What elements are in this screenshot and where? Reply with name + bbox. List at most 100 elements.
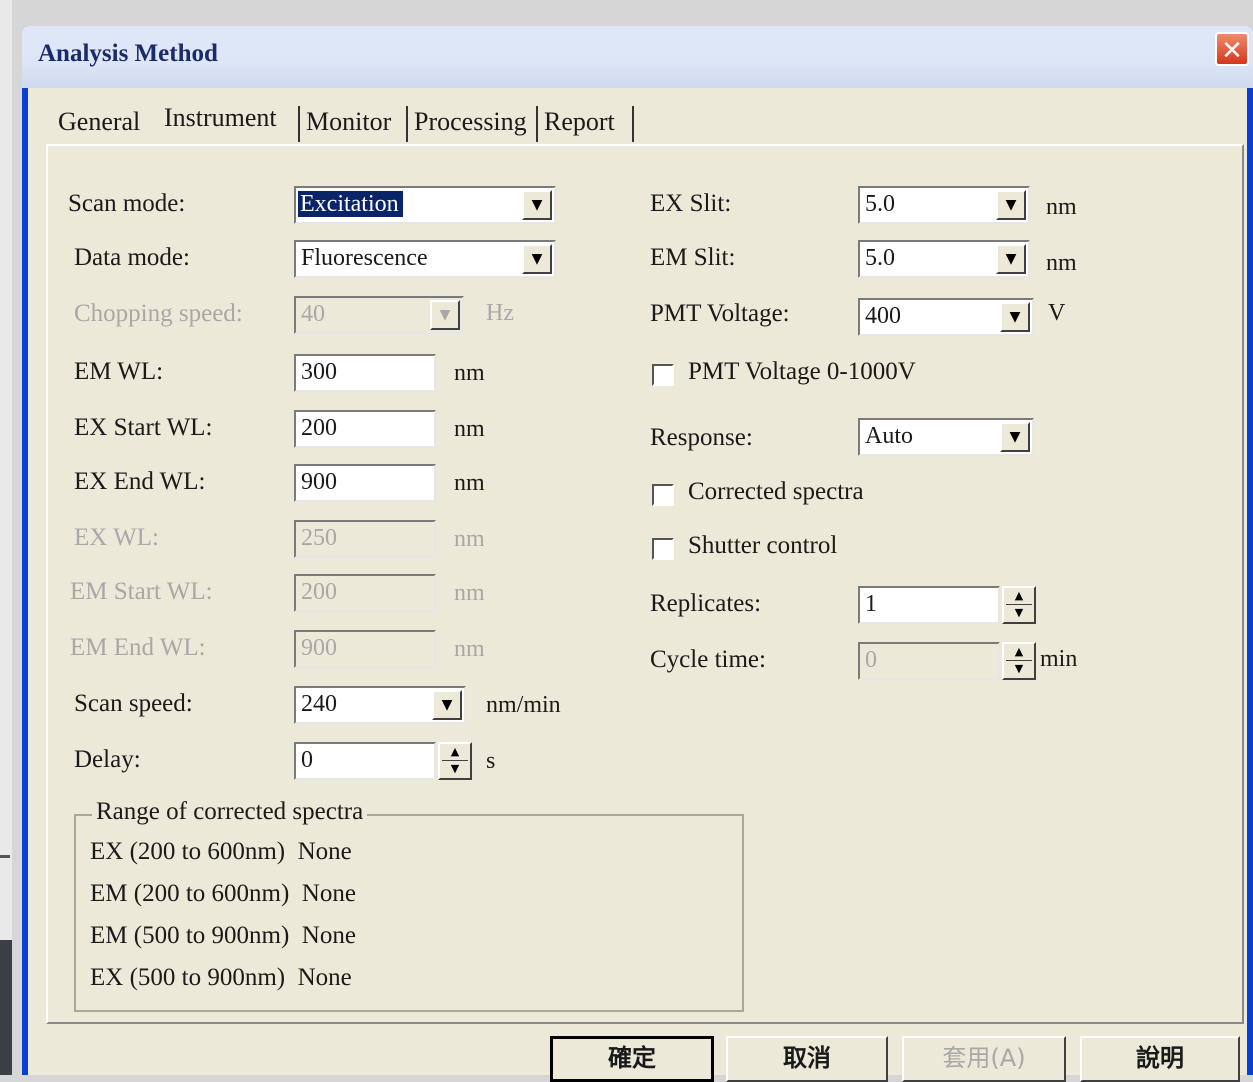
ex-slit-label: EX Slit: <box>650 190 732 217</box>
cycle-time-label: Cycle time: <box>650 646 766 673</box>
ex-start-wl-unit: nm <box>454 416 485 442</box>
ex-slit-select[interactable]: 5.0 ▼ <box>858 186 1030 224</box>
dialog-title: Analysis Method <box>38 40 218 67</box>
range-group-title: Range of corrected spectra <box>92 798 368 826</box>
ex-slit-unit: nm <box>1046 194 1077 220</box>
tab-divider <box>298 106 300 142</box>
range-row-em-200-600: EM (200 to 600nm) None <box>90 880 356 907</box>
pmt-voltage-range-label: PMT Voltage 0-1000V <box>688 358 916 385</box>
scan-mode-value: Excitation <box>298 191 403 217</box>
replicates-label: Replicates: <box>650 590 762 617</box>
tab-divider <box>406 106 408 142</box>
desktop-background <box>0 0 12 1075</box>
close-icon: ✕ <box>1221 36 1243 66</box>
tab-monitor[interactable]: Monitor <box>306 100 391 144</box>
spin-up-icon[interactable]: ▲ <box>440 744 470 760</box>
pmt-voltage-label: PMT Voltage: <box>650 300 790 327</box>
data-mode-value: Fluorescence <box>301 245 428 271</box>
chevron-down-icon[interactable]: ▼ <box>996 244 1026 274</box>
delay-spinner[interactable]: ▲ ▼ <box>438 742 472 780</box>
ok-button[interactable]: 確定 <box>550 1036 714 1082</box>
desktop-fragment <box>0 855 10 858</box>
em-slit-value: 5.0 <box>865 245 895 271</box>
pmt-voltage-value: 400 <box>865 303 901 329</box>
shutter-control-label: Shutter control <box>688 532 838 559</box>
replicates-spinner[interactable]: ▲ ▼ <box>1002 586 1036 624</box>
cycle-time-unit: min <box>1040 646 1078 672</box>
em-wl-input[interactable]: 300 <box>294 354 436 392</box>
response-value: Auto <box>865 423 913 449</box>
em-start-wl-label: EM Start WL: <box>70 578 213 605</box>
close-button[interactable]: ✕ <box>1215 32 1249 66</box>
chevron-down-icon: ▼ <box>430 300 460 330</box>
em-wl-unit: nm <box>454 360 485 386</box>
help-button[interactable]: 說明 <box>1080 1036 1240 1082</box>
data-mode-label: Data mode: <box>74 244 190 271</box>
spin-down-icon[interactable]: ▼ <box>1004 605 1034 621</box>
ex-end-wl-input[interactable]: 900 <box>294 464 436 502</box>
range-row-em-500-900: EM (500 to 900nm) None <box>90 922 356 949</box>
pmt-voltage-range-checkbox[interactable] <box>652 364 674 386</box>
delay-input[interactable]: 0 <box>294 742 436 780</box>
em-end-wl-label: EM End WL: <box>70 634 206 661</box>
chevron-down-icon[interactable]: ▼ <box>432 690 462 720</box>
chopping-speed-value: 40 <box>301 301 325 327</box>
scan-speed-label: Scan speed: <box>74 690 193 717</box>
corrected-spectra-label: Corrected spectra <box>688 478 864 505</box>
analysis-method-dialog: Analysis Method ✕ General Instrument Mon… <box>22 26 1253 1082</box>
em-slit-label: EM Slit: <box>650 244 736 271</box>
em-slit-select[interactable]: 5.0 ▼ <box>858 240 1030 278</box>
chevron-down-icon[interactable]: ▼ <box>1000 422 1030 452</box>
tab-divider <box>632 106 634 142</box>
ex-slit-value: 5.0 <box>865 191 895 217</box>
chevron-down-icon[interactable]: ▼ <box>522 190 552 220</box>
apply-button: 套用(A) <box>902 1036 1066 1082</box>
delay-unit: s <box>486 748 496 774</box>
chevron-down-icon[interactable]: ▼ <box>522 244 552 274</box>
cycle-time-input: 0 <box>858 642 1000 680</box>
range-row-ex-200-600: EX (200 to 600nm) None <box>90 838 352 865</box>
tab-report[interactable]: Report <box>544 100 615 144</box>
response-select[interactable]: Auto ▼ <box>858 418 1034 456</box>
ex-wl-input: 250 <box>294 520 436 558</box>
em-start-wl-unit: nm <box>454 580 485 606</box>
chevron-down-icon[interactable]: ▼ <box>1000 302 1030 332</box>
data-mode-select[interactable]: Fluorescence ▼ <box>294 240 556 278</box>
ex-wl-label: EX WL: <box>74 524 159 551</box>
tab-general[interactable]: General <box>58 100 140 144</box>
shutter-control-checkbox[interactable] <box>652 538 674 560</box>
chopping-speed-select: 40 ▼ <box>294 296 464 334</box>
em-start-wl-input: 200 <box>294 574 436 612</box>
cycle-time-spinner[interactable]: ▲ ▼ <box>1002 642 1036 680</box>
ex-start-wl-input[interactable]: 200 <box>294 410 436 448</box>
em-slit-unit: nm <box>1046 250 1077 276</box>
chopping-speed-unit: Hz <box>486 300 514 326</box>
replicates-input[interactable]: 1 <box>858 586 1000 624</box>
spin-down-icon[interactable]: ▼ <box>1004 661 1034 677</box>
ex-wl-unit: nm <box>454 526 485 552</box>
scan-speed-value: 240 <box>301 691 337 717</box>
ex-end-wl-unit: nm <box>454 470 485 496</box>
range-row-ex-500-900: EX (500 to 900nm) None <box>90 964 352 991</box>
corrected-spectra-checkbox[interactable] <box>652 484 674 506</box>
ex-end-wl-label: EX End WL: <box>74 468 206 495</box>
desktop-window-fragment <box>0 940 12 1075</box>
delay-label: Delay: <box>74 746 141 773</box>
spin-down-icon[interactable]: ▼ <box>440 761 470 777</box>
chevron-down-icon[interactable]: ▼ <box>996 190 1026 220</box>
scan-speed-select[interactable]: 240 ▼ <box>294 686 466 724</box>
pmt-voltage-select[interactable]: 400 ▼ <box>858 298 1034 336</box>
em-end-wl-unit: nm <box>454 636 485 662</box>
scan-mode-label: Scan mode: <box>68 190 186 217</box>
em-end-wl-input: 900 <box>294 630 436 668</box>
response-label: Response: <box>650 424 753 451</box>
spin-up-icon[interactable]: ▲ <box>1004 588 1034 604</box>
cancel-button[interactable]: 取消 <box>726 1036 888 1082</box>
tab-processing[interactable]: Processing <box>414 100 527 144</box>
tab-divider <box>536 106 538 142</box>
scan-mode-select[interactable]: Excitation ▼ <box>294 186 556 224</box>
spin-up-icon[interactable]: ▲ <box>1004 644 1034 660</box>
tab-instrument[interactable]: Instrument <box>164 96 277 140</box>
chopping-speed-label: Chopping speed: <box>74 300 243 327</box>
title-bar[interactable]: Analysis Method ✕ <box>22 26 1253 88</box>
